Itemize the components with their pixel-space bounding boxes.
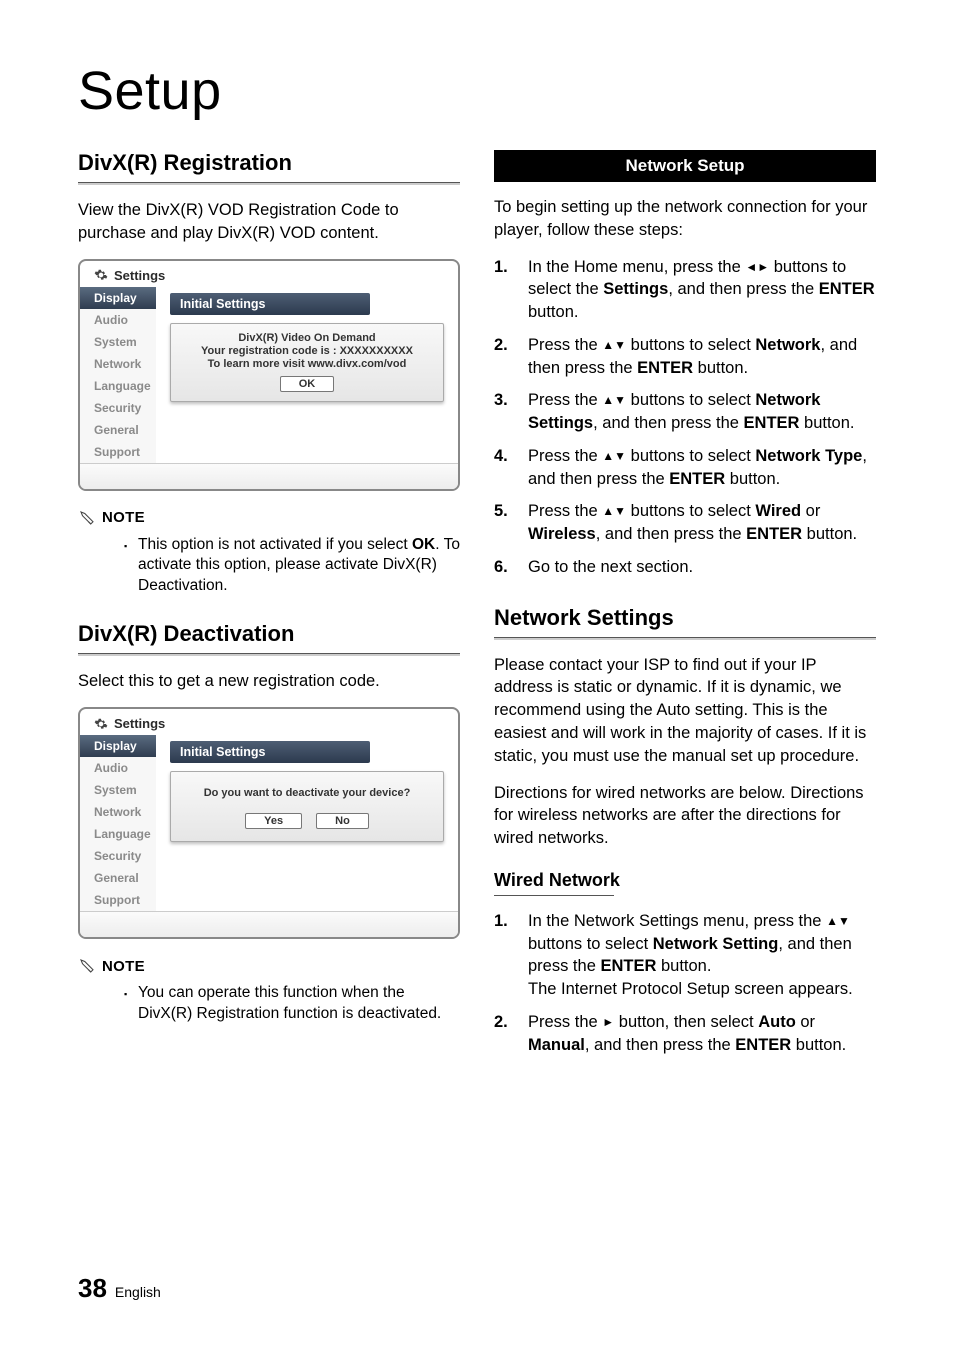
step-item: 4.Press the ▲▼ buttons to select Network…: [494, 445, 876, 491]
divx-reg-heading: DivX(R) Registration: [78, 150, 460, 176]
note-list: You can operate this function when the D…: [78, 983, 460, 1025]
osd-content: Initial Settings DivX(R) Video On Demand…: [156, 287, 458, 463]
divider: [78, 653, 460, 656]
dialog-line: DivX(R) Video On Demand: [179, 332, 435, 344]
dialog-line: Your registration code is : XXXXXXXXXX: [179, 345, 435, 357]
step-item: 6.Go to the next section.: [494, 556, 876, 579]
note-icon: [78, 957, 96, 975]
osd-registration-dialog: DivX(R) Video On Demand Your registratio…: [170, 323, 444, 402]
osd-initial-settings[interactable]: Initial Settings: [170, 293, 370, 315]
page-number: 38: [78, 1273, 107, 1304]
osd-settings-deactivation: Settings Display Audio System Network La…: [78, 707, 460, 939]
note-item: This option is not activated if you sele…: [124, 535, 460, 598]
osd-menu-security[interactable]: Security: [80, 397, 156, 419]
step-item: 5.Press the ▲▼ buttons to select Wired o…: [494, 500, 876, 546]
osd-menu: Display Audio System Network Language Se…: [80, 287, 156, 463]
step-item: 3.Press the ▲▼ buttons to select Network…: [494, 389, 876, 435]
osd-menu-support[interactable]: Support: [80, 889, 156, 911]
note-list: This option is not activated if you sele…: [78, 535, 460, 598]
gear-icon: [94, 268, 108, 282]
network-setup-steps: 1.In the Home menu, press the ◄► buttons…: [494, 256, 876, 579]
osd-content: Initial Settings Do you want to deactiva…: [156, 735, 458, 911]
osd-menu-general[interactable]: General: [80, 419, 156, 441]
osd-footer: [80, 911, 458, 937]
osd-footer: [80, 463, 458, 489]
divx-reg-intro: View the DivX(R) VOD Registration Code t…: [78, 199, 460, 245]
content-columns: DivX(R) Registration View the DivX(R) VO…: [78, 150, 876, 1066]
page-language: English: [115, 1284, 161, 1300]
no-button[interactable]: No: [316, 813, 369, 829]
left-column: DivX(R) Registration View the DivX(R) VO…: [78, 150, 460, 1066]
osd-title: Settings: [114, 268, 165, 283]
osd-menu-system[interactable]: System: [80, 331, 156, 353]
divider: [494, 637, 876, 640]
step-item: 1.In the Network Settings menu, press th…: [494, 910, 876, 1001]
network-setup-banner: Network Setup: [494, 150, 876, 182]
osd-menu-support[interactable]: Support: [80, 441, 156, 463]
divider: [78, 182, 460, 185]
note-label: NOTE: [102, 958, 145, 975]
page-title: Setup: [78, 60, 876, 122]
yes-button[interactable]: Yes: [245, 813, 302, 829]
divider: [494, 895, 614, 896]
network-setup-intro: To begin setting up the network connecti…: [494, 196, 876, 242]
osd-title: Settings: [114, 716, 165, 731]
network-settings-p1: Please contact your ISP to find out if y…: [494, 654, 876, 768]
note-row: NOTE: [78, 957, 460, 975]
osd-menu-language[interactable]: Language: [80, 375, 156, 397]
osd-menu-audio[interactable]: Audio: [80, 757, 156, 779]
osd-header: Settings: [80, 709, 458, 735]
right-column: Network Setup To begin setting up the ne…: [494, 150, 876, 1066]
osd-initial-settings[interactable]: Initial Settings: [170, 741, 370, 763]
osd-menu-general[interactable]: General: [80, 867, 156, 889]
osd-menu-security[interactable]: Security: [80, 845, 156, 867]
osd-menu-network[interactable]: Network: [80, 801, 156, 823]
divx-deact-heading: DivX(R) Deactivation: [78, 621, 460, 647]
step-item: 2.Press the ▲▼ buttons to select Network…: [494, 334, 876, 380]
gear-icon: [94, 717, 108, 731]
osd-settings-registration: Settings Display Audio System Network La…: [78, 259, 460, 491]
dialog-line: Do you want to deactivate your device?: [179, 787, 435, 799]
page-footer: 38 English: [78, 1273, 161, 1304]
ok-button[interactable]: OK: [280, 376, 335, 392]
osd-menu-audio[interactable]: Audio: [80, 309, 156, 331]
note-item: You can operate this function when the D…: [124, 983, 460, 1025]
step-item: 1.In the Home menu, press the ◄► buttons…: [494, 256, 876, 324]
osd-deactivate-dialog: Do you want to deactivate your device? Y…: [170, 771, 444, 842]
divx-deact-intro: Select this to get a new registration co…: [78, 670, 460, 693]
wired-network-heading: Wired Network: [494, 870, 876, 891]
osd-menu-system[interactable]: System: [80, 779, 156, 801]
osd-menu-display[interactable]: Display: [80, 287, 156, 309]
step-item: 2.Press the ► button, then select Auto o…: [494, 1011, 876, 1057]
note-label: NOTE: [102, 509, 145, 526]
network-settings-heading: Network Settings: [494, 605, 876, 631]
dialog-line: To learn more visit www.divx.com/vod: [179, 358, 435, 370]
osd-menu: Display Audio System Network Language Se…: [80, 735, 156, 911]
note-icon: [78, 509, 96, 527]
wired-steps: 1.In the Network Settings menu, press th…: [494, 910, 876, 1057]
osd-header: Settings: [80, 261, 458, 287]
osd-menu-language[interactable]: Language: [80, 823, 156, 845]
network-settings-p2: Directions for wired networks are below.…: [494, 782, 876, 850]
osd-menu-network[interactable]: Network: [80, 353, 156, 375]
osd-menu-display[interactable]: Display: [80, 735, 156, 757]
note-row: NOTE: [78, 509, 460, 527]
